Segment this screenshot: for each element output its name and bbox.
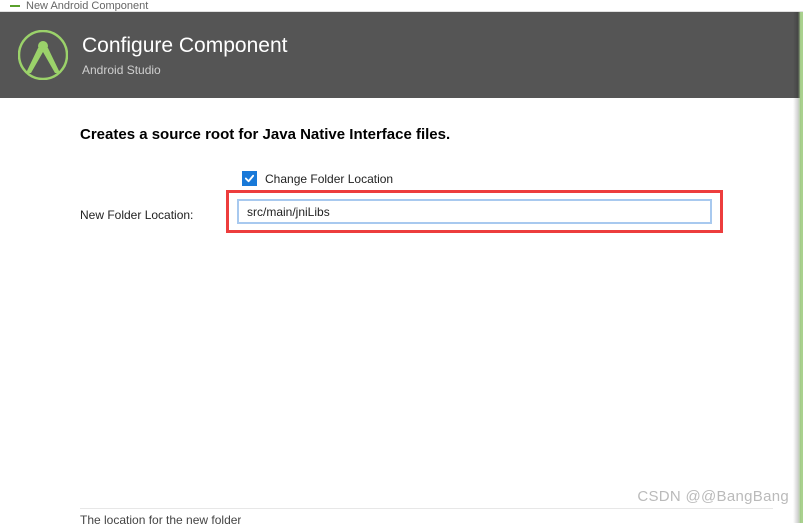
change-folder-checkbox[interactable] — [242, 171, 257, 186]
window-title: New Android Component — [26, 0, 148, 12]
dialog-title: Configure Component — [82, 33, 287, 58]
bottom-hint: The location for the new folder — [80, 513, 241, 527]
window-titlebar: New Android Component — [0, 0, 803, 12]
header-text: Configure Component Android Studio — [82, 33, 287, 76]
folder-location-input[interactable] — [237, 199, 712, 224]
change-folder-label[interactable]: Change Folder Location — [265, 172, 393, 186]
folder-location-label: New Folder Location: — [80, 208, 234, 222]
android-studio-icon — [18, 30, 68, 80]
separator — [80, 508, 773, 509]
change-folder-row: Change Folder Location — [80, 171, 723, 186]
dialog-content: Creates a source root for Java Native In… — [0, 98, 803, 527]
dialog-header: Configure Component Android Studio — [0, 12, 803, 98]
dialog-subtitle: Android Studio — [82, 63, 287, 77]
description-text: Creates a source root for Java Native In… — [80, 126, 723, 143]
highlight-box — [226, 190, 723, 233]
folder-location-row: New Folder Location: — [80, 196, 723, 233]
